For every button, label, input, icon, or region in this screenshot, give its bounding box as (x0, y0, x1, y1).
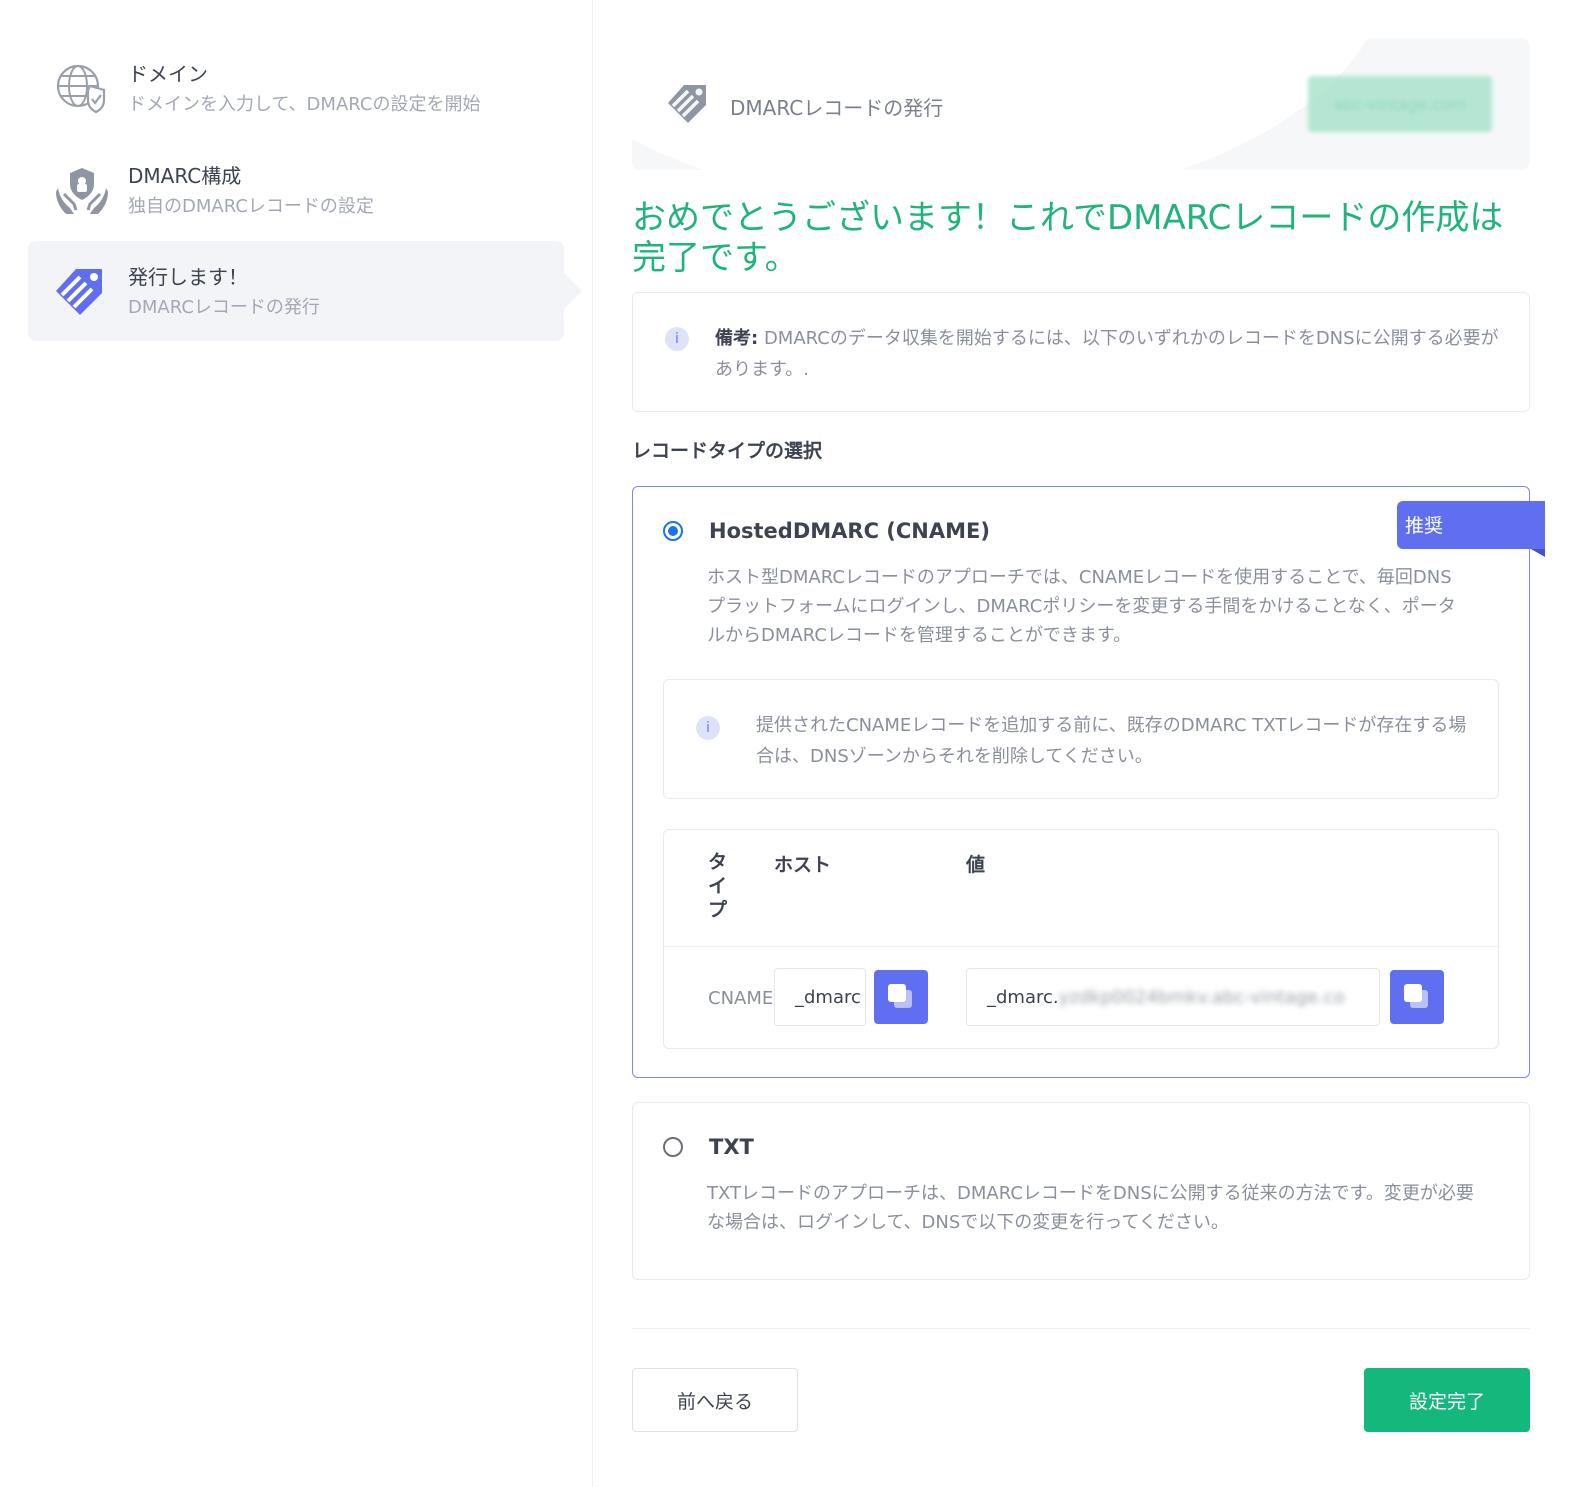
value-blurred: yzdkp0024bmkv.abc-vintage.co (1058, 987, 1345, 1008)
record-table: タイプ ホスト 値 CNAME _dmarc _dmarc.yzdkp0024b… (663, 829, 1499, 1049)
hands-shield-icon (56, 168, 108, 214)
step-subtitle: ドメインを入力して、DMARCの設定を開始 (128, 94, 481, 115)
table-divider (664, 946, 1498, 947)
step-dmarc-config[interactable]: DMARC構成 独自のDMARCレコードの設定 (28, 140, 564, 240)
step-subtitle: DMARCレコードの発行 (128, 297, 320, 318)
step-title: ドメイン (128, 62, 208, 86)
step-title: DMARC構成 (128, 164, 242, 188)
header-host: ホスト (774, 854, 832, 876)
note-box: i 備考: DMARCのデータ収集を開始するには、以下のいずれかのレコードをDN… (632, 292, 1530, 412)
publish-tag-icon (56, 269, 102, 315)
inner-note-text: 提供されたCNAMEレコードを追加する前に、既存のDMARC TXTレコードが存… (756, 715, 1467, 767)
option-hosted-cname[interactable]: HostedDMARC (CNAME) 推奨 ホスト型DMARCレコードのアプロ… (632, 486, 1545, 1078)
step-publish[interactable]: 発行します！ DMARCレコードの発行 (28, 241, 582, 341)
back-button[interactable]: 前へ戻る (632, 1368, 798, 1432)
option-description: TXTレコードのアプローチは、DMARCレコードをDNSに公開する従来の方法です… (707, 1183, 1474, 1233)
record-type-cell: CNAME (708, 988, 774, 1009)
cname-warning-note: i 提供されたCNAMEレコードを追加する前に、既存のDMARC TXTレコード… (663, 679, 1499, 799)
value-field[interactable]: _dmarc.yzdkp0024bmkv.abc-vintage.co (966, 968, 1380, 1026)
copy-host-button[interactable] (874, 970, 928, 1024)
domain-badge: abc-vintage.com (1308, 76, 1492, 132)
note-label: 備考: (715, 328, 759, 349)
globe-shield-icon (56, 64, 106, 114)
banner-title: DMARCレコードの発行 (730, 96, 944, 120)
page-banner: DMARCレコードの発行 abc-vintage.com (632, 38, 1530, 170)
note-text: 備考: DMARCのデータ収集を開始するには、以下のいずれかのレコードをDNSに… (715, 323, 1505, 385)
recommended-badge: 推奨 (1397, 501, 1545, 557)
publish-tag-icon (668, 85, 706, 123)
txt-radio[interactable] (663, 1137, 683, 1157)
header-value: 値 (966, 854, 986, 876)
value-visible: _dmarc. (987, 987, 1059, 1008)
info-icon: i (696, 716, 720, 740)
info-icon: i (665, 327, 689, 351)
step-domain[interactable]: ドメイン ドメインを入力して、DMARCの設定を開始 (28, 38, 564, 138)
option-txt[interactable]: TXT TXTレコードのアプローチは、DMARCレコードをDNSに公開する従来の… (632, 1102, 1530, 1280)
header-type: タイプ (708, 851, 728, 921)
note-body: DMARCのデータ収集を開始するには、以下のいずれかのレコードをDNSに公開する… (715, 328, 1499, 380)
step-title: 発行します！ (128, 265, 248, 289)
success-headline: おめでとうございます！これでDMARCレコードの作成は完了です。 (632, 198, 1504, 278)
option-title: TXT (709, 1135, 754, 1159)
option-title: HostedDMARC (CNAME) (709, 519, 990, 543)
record-type-title: レコードタイプの選択 (632, 440, 823, 462)
hosted-radio[interactable] (663, 521, 683, 541)
copy-value-button[interactable] (1390, 970, 1444, 1024)
copy-icon-front (888, 984, 906, 1002)
host-field[interactable]: _dmarc (774, 968, 866, 1026)
wizard-sidebar: ドメイン ドメインを入力して、DMARCの設定を開始 DMARC構成 独自のDM… (0, 0, 593, 1487)
step-subtitle: 独自のDMARCレコードの設定 (128, 196, 374, 217)
footer-divider (632, 1328, 1530, 1329)
option-description: ホスト型DMARCレコードのアプローチでは、CNAMEレコードを使用することで、… (707, 567, 1456, 646)
complete-button[interactable]: 設定完了 (1364, 1368, 1530, 1432)
copy-icon-front (1404, 984, 1422, 1002)
